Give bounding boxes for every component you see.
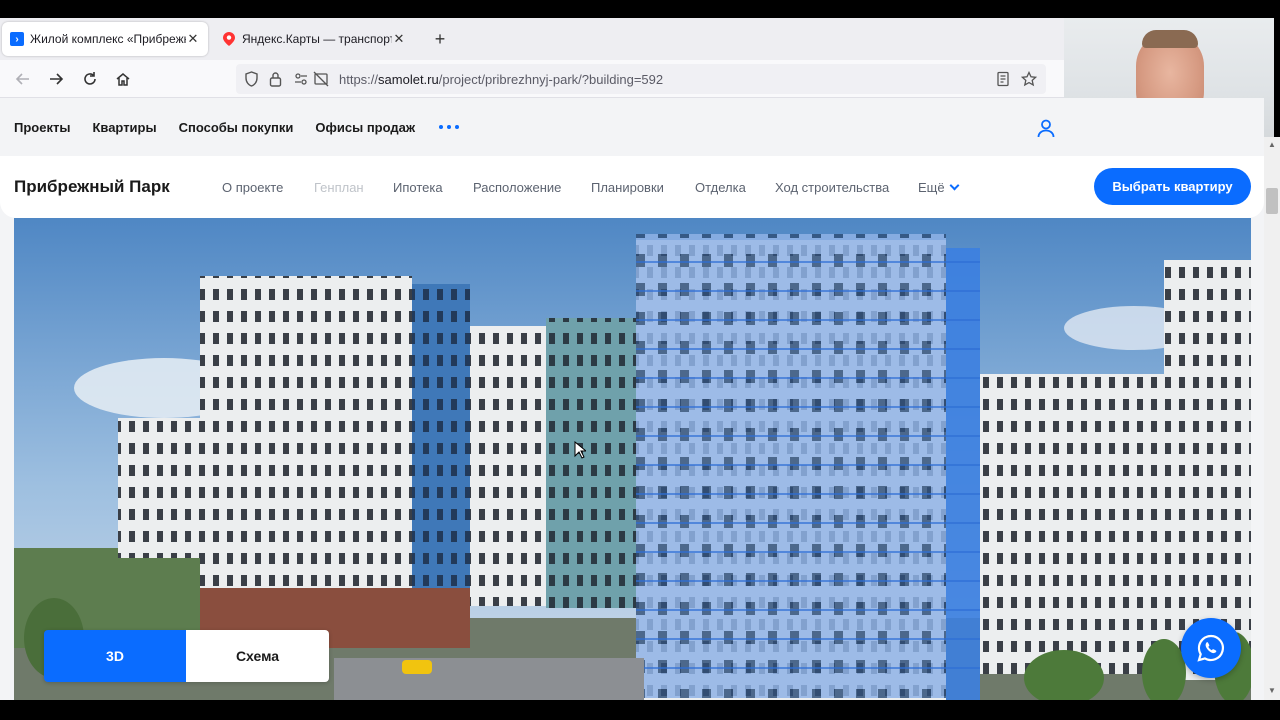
url-path: /project/pribrezhnyj-park/?building=592 <box>438 72 664 87</box>
chevron-down-icon <box>949 180 960 191</box>
scroll-up-arrow-icon[interactable]: ▲ <box>1266 140 1278 152</box>
back-arrow-icon[interactable] <box>12 68 34 90</box>
view-scheme-button[interactable]: Схема <box>186 630 329 682</box>
project-title: Прибрежный Парк <box>14 177 170 196</box>
site-main-nav: Проекты Квартиры Способы покупки Офисы п… <box>0 98 1064 156</box>
nav-purchase-methods[interactable]: Способы покупки <box>179 120 294 135</box>
subnav-more[interactable]: Ещё <box>918 180 960 195</box>
subnav-mortgage[interactable]: Ипотека <box>393 180 443 195</box>
camera-blocked-icon[interactable] <box>313 71 329 92</box>
nav-sales-offices[interactable]: Офисы продаж <box>315 120 415 135</box>
building-3d-view[interactable] <box>14 218 1251 700</box>
close-icon[interactable]: ✕ <box>392 32 406 46</box>
url-host: samolet.ru <box>378 72 439 87</box>
scroll-down-arrow-icon[interactable]: ▼ <box>1266 686 1278 698</box>
subnav-masterplan[interactable]: Генплан <box>314 180 364 195</box>
reload-icon[interactable] <box>79 68 101 90</box>
subnav-construction-progress[interactable]: Ход строительства <box>775 180 889 195</box>
subnav-finishing[interactable]: Отделка <box>695 180 746 195</box>
map-pin-icon <box>222 32 236 46</box>
black-bar-top <box>0 0 1280 18</box>
view-toggle: 3D Схема <box>44 630 329 682</box>
tab-yandex-maps[interactable]: Яндекс.Карты — транспорт, на ✕ <box>214 22 414 56</box>
home-icon[interactable] <box>112 68 134 90</box>
shield-icon[interactable] <box>244 71 259 92</box>
more-dots-icon[interactable] <box>439 125 460 129</box>
permissions-icon[interactable] <box>294 72 308 91</box>
subnav-layouts[interactable]: Планировки <box>591 180 664 195</box>
view-3d-button[interactable]: 3D <box>44 630 186 682</box>
whatsapp-icon <box>1197 634 1224 662</box>
url-text: https://samolet.ru/project/pribrezhnyj-p… <box>339 72 663 87</box>
nav-apartments[interactable]: Квартиры <box>92 120 156 135</box>
subnav-about[interactable]: О проекте <box>222 180 283 195</box>
tab-title: Яндекс.Карты — транспорт, на <box>242 32 392 46</box>
browser-navbar: https://samolet.ru/project/pribrezhnyj-p… <box>0 60 1064 98</box>
page-scrollbar[interactable] <box>1264 137 1280 700</box>
samolet-icon: › <box>10 32 24 46</box>
building-render <box>14 218 1251 700</box>
black-bar-bottom <box>0 700 1280 720</box>
nav-projects[interactable]: Проекты <box>14 120 70 135</box>
whatsapp-chat-button[interactable] <box>1181 618 1241 678</box>
close-icon[interactable]: ✕ <box>186 32 200 46</box>
tab-samolet[interactable]: › Жилой комплекс «Прибрежн ✕ <box>2 22 208 56</box>
choose-apartment-button[interactable]: Выбрать квартиру <box>1094 168 1251 205</box>
reader-view-icon[interactable] <box>996 71 1010 92</box>
scrollbar-thumb[interactable] <box>1266 188 1278 214</box>
web-page: Проекты Квартиры Способы покупки Офисы п… <box>0 98 1264 700</box>
forward-arrow-icon[interactable] <box>45 68 67 90</box>
tab-title: Жилой комплекс «Прибрежн <box>30 32 186 46</box>
subnav-more-label: Ещё <box>918 180 945 195</box>
mouse-cursor-icon <box>574 440 588 464</box>
user-icon[interactable] <box>1036 118 1056 138</box>
bookmark-star-icon[interactable] <box>1020 70 1038 92</box>
lock-icon[interactable] <box>269 71 282 92</box>
address-bar[interactable]: https://samolet.ru/project/pribrezhnyj-p… <box>236 64 1046 94</box>
url-scheme: https:// <box>339 72 379 87</box>
project-subnav: Прибрежный Парк О проекте Генплан Ипотек… <box>0 156 1264 218</box>
webcam-person-hair <box>1142 30 1198 48</box>
screen: › Жилой комплекс «Прибрежн ✕ Яндекс.Карт… <box>0 0 1280 720</box>
new-tab-icon[interactable]: + <box>430 29 450 49</box>
browser-tab-strip: › Жилой комплекс «Прибрежн ✕ Яндекс.Карт… <box>0 18 1064 60</box>
subnav-location[interactable]: Расположение <box>473 180 561 195</box>
